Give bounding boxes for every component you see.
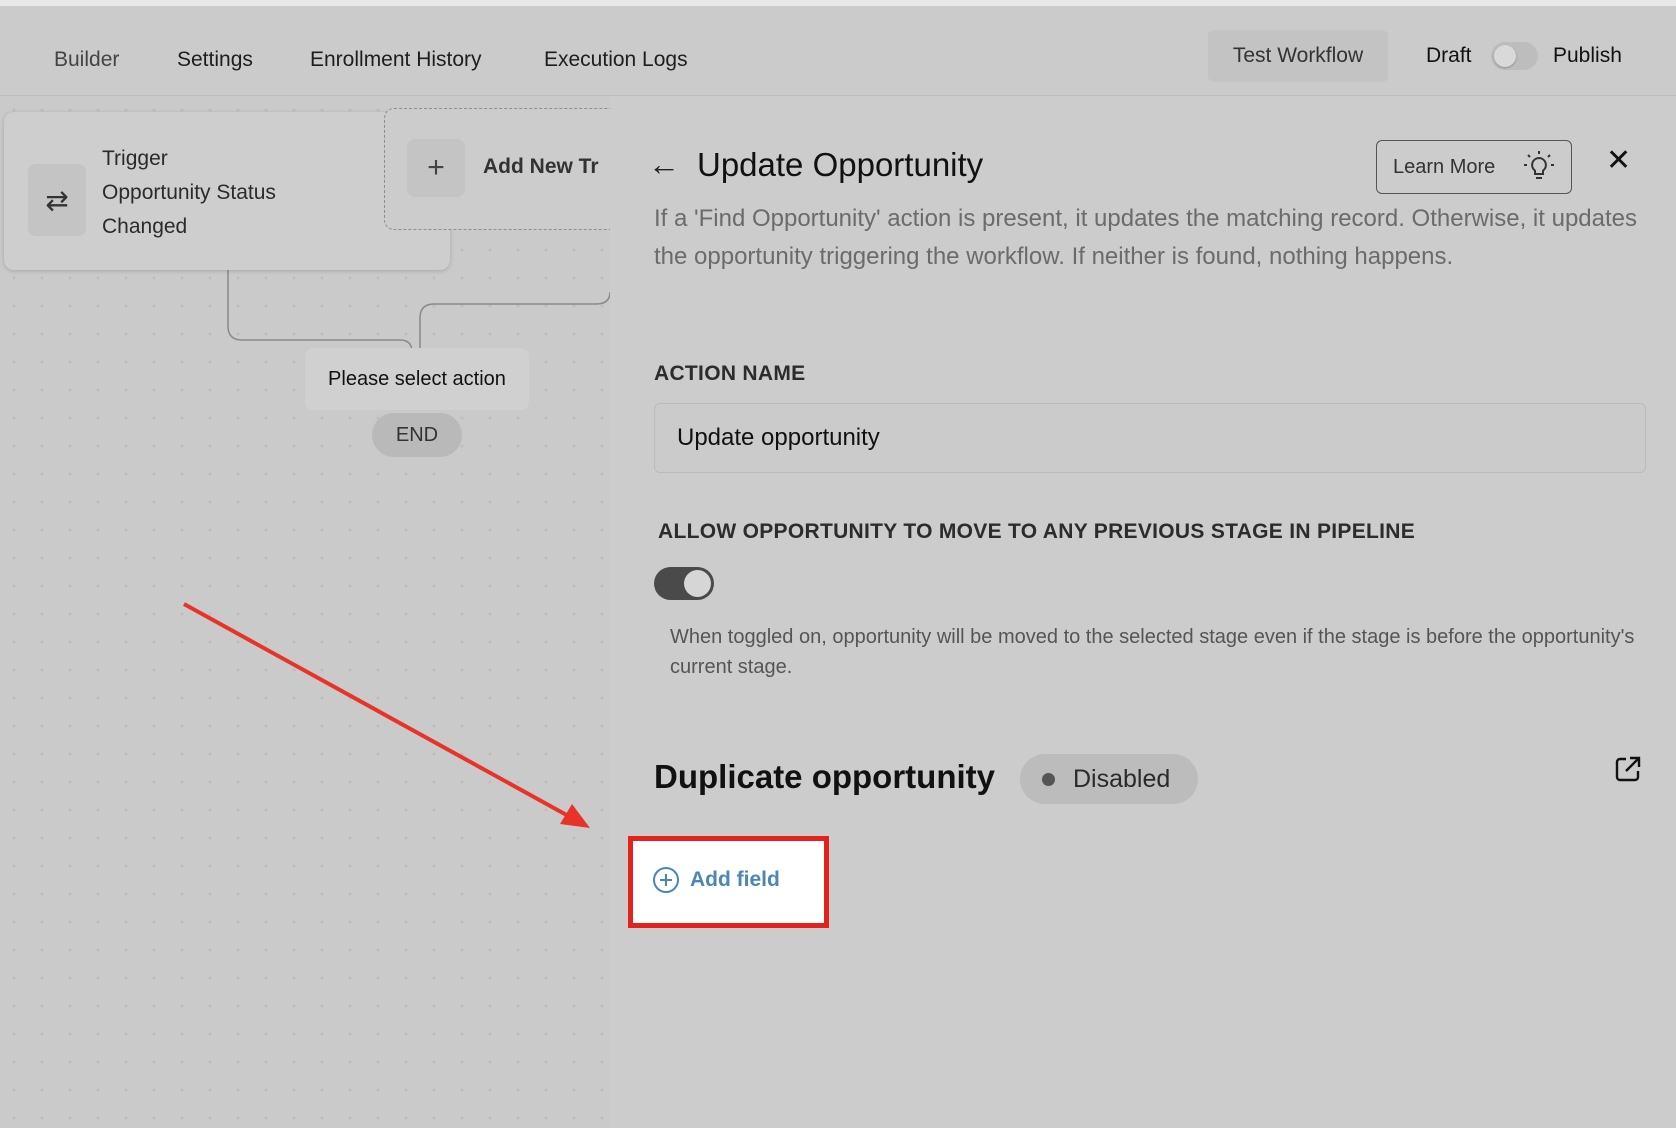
action-panel: ← Update Opportunity Learn More ✕ If a '… bbox=[610, 96, 1676, 1128]
action-name-input[interactable] bbox=[654, 403, 1646, 473]
panel-title: Update Opportunity bbox=[697, 146, 984, 183]
back-arrow-icon[interactable]: ← bbox=[648, 148, 680, 180]
allow-previous-stage-toggle[interactable] bbox=[654, 567, 714, 600]
toggle-knob bbox=[684, 570, 711, 597]
duplicate-opportunity-title: Duplicate opportunity bbox=[654, 758, 995, 795]
external-link-icon[interactable] bbox=[1613, 754, 1643, 784]
publish-toggle[interactable] bbox=[1491, 42, 1538, 70]
add-field-label: Add field bbox=[690, 868, 780, 891]
lightbulb-icon bbox=[1524, 151, 1554, 179]
test-workflow-button[interactable]: Test Workflow bbox=[1208, 30, 1388, 82]
publish-label: Publish bbox=[1553, 44, 1622, 67]
status-badge-label: Disabled bbox=[1073, 764, 1171, 793]
learn-more-label: Learn More bbox=[1393, 155, 1496, 178]
draft-label: Draft bbox=[1426, 44, 1472, 67]
allow-help-text: When toggled on, opportunity will be mov… bbox=[670, 626, 1635, 678]
allow-previous-stage-label: ALLOW OPPORTUNITY TO MOVE TO ANY PREVIOU… bbox=[658, 520, 1416, 543]
annotation-arrow bbox=[183, 602, 590, 828]
add-field-button[interactable]: Add field bbox=[652, 866, 780, 894]
panel-description: If a 'Find Opportunity' action is presen… bbox=[654, 205, 1638, 270]
learn-more-button[interactable]: Learn More bbox=[1376, 140, 1572, 194]
action-name-label: ACTION NAME bbox=[654, 362, 806, 385]
plus-circle-icon bbox=[653, 867, 679, 893]
status-badge: Disabled bbox=[1020, 754, 1198, 804]
toggle-knob bbox=[1494, 45, 1516, 67]
close-icon[interactable]: ✕ bbox=[1606, 146, 1631, 176]
status-dot bbox=[1042, 772, 1055, 786]
